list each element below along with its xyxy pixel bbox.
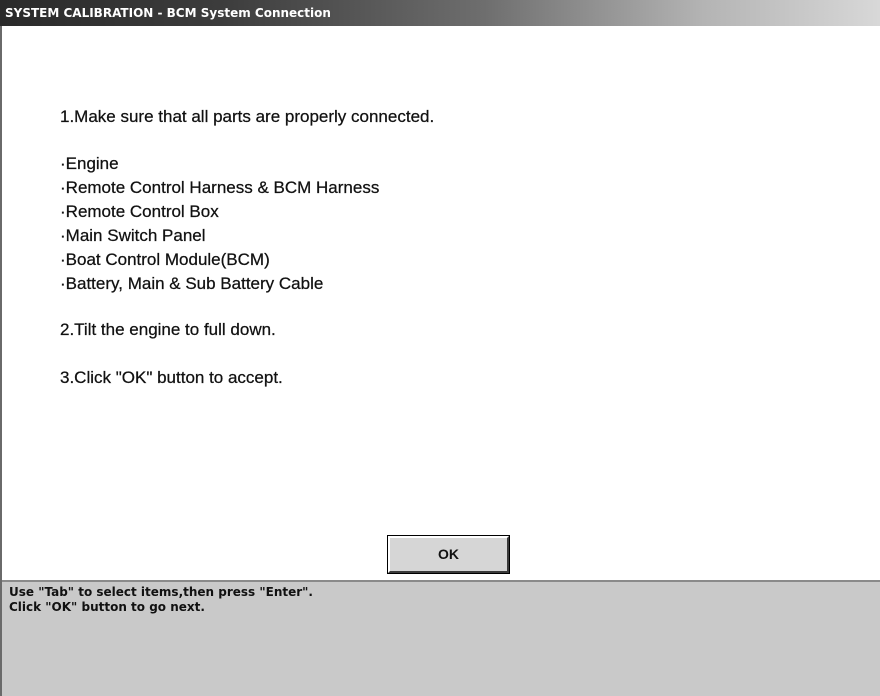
part-item-bcm: ·Boat Control Module(BCM) — [60, 250, 270, 269]
window-title: SYSTEM CALIBRATION - BCM System Connecti… — [0, 0, 880, 26]
calibration-window: SYSTEM CALIBRATION - BCM System Connecti… — [0, 0, 880, 696]
part-item-battery-cable: ·Battery, Main & Sub Battery Cable — [60, 274, 324, 293]
step-3-text: 3.Click "OK" button to accept. — [60, 368, 283, 387]
status-line-tab-hint: Use "Tab" to select items,then press "En… — [9, 585, 313, 599]
instructions-panel: 1.Make sure that all parts are properly … — [2, 26, 880, 580]
part-item-harness: ·Remote Control Harness & BCM Harness — [60, 178, 380, 197]
step-2-text: 2.Tilt the engine to full down. — [60, 320, 276, 339]
part-item-engine: ·Engine — [60, 154, 119, 173]
ok-button[interactable]: OK — [387, 535, 510, 574]
part-item-main-switch-panel: ·Main Switch Panel — [60, 226, 206, 245]
status-line-ok-hint: Click "OK" button to go next. — [9, 600, 205, 614]
part-item-remote-control-box: ·Remote Control Box — [60, 202, 219, 221]
status-help-bar: Use "Tab" to select items,then press "En… — [2, 580, 880, 696]
step-1-text: 1.Make sure that all parts are properly … — [60, 107, 435, 126]
